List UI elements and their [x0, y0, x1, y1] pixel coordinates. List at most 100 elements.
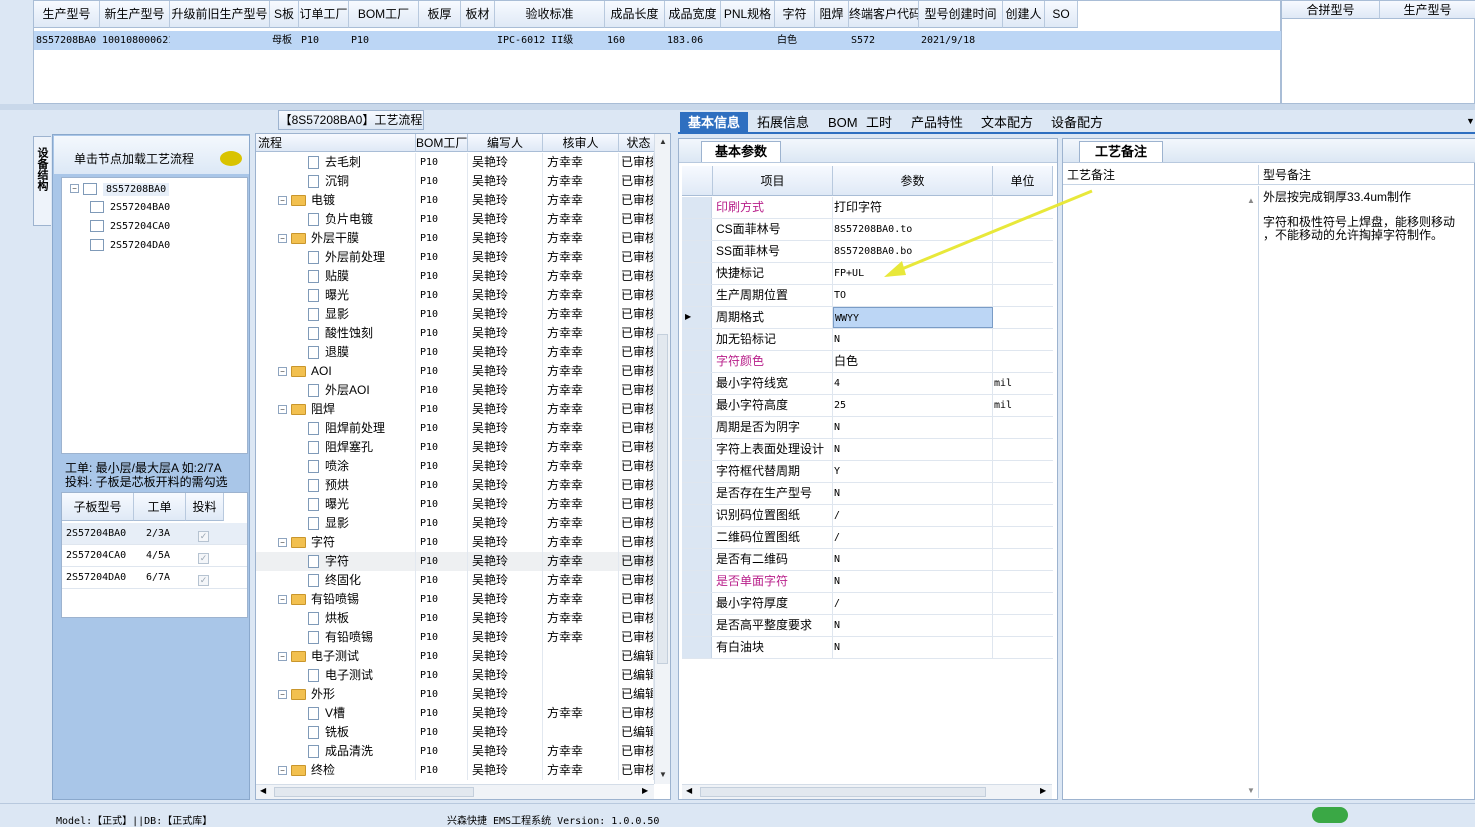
param-value[interactable]: N	[833, 615, 993, 636]
flow-row[interactable]: 预烘 P10 吴艳玲 方幸幸 已审核	[256, 476, 654, 495]
flow-row[interactable]: − 外层干膜 P10 吴艳玲 方幸幸 已审核	[256, 229, 654, 248]
top-col[interactable]: 成品长度	[605, 1, 665, 28]
param-value[interactable]: 白色	[833, 351, 993, 372]
flow-row[interactable]: 显影 P10 吴艳玲 方幸幸 已审核	[256, 305, 654, 324]
tab-4[interactable]: 产品特性	[903, 112, 971, 134]
param-value[interactable]: /	[833, 505, 993, 526]
flow-col[interactable]: 流程	[256, 134, 416, 152]
flow-row[interactable]: V槽 P10 吴艳玲 方幸幸 已审核	[256, 704, 654, 723]
param-row[interactable]: 是否单面字符 N	[682, 571, 1053, 593]
top-col[interactable]: S板	[270, 1, 299, 28]
flow-row[interactable]: 显影 P10 吴艳玲 方幸幸 已审核	[256, 514, 654, 533]
tab-0[interactable]: 基本信息	[680, 112, 749, 134]
scroll-down-icon[interactable]: ▼	[659, 770, 667, 779]
param-value[interactable]: N	[833, 637, 993, 658]
scroll-right-icon[interactable]: ▶	[1040, 786, 1046, 795]
param-value[interactable]: Y	[833, 461, 993, 482]
vertical-tab-equipment[interactable]: 设备结构	[33, 136, 51, 226]
top-col[interactable]: 终端客户代码	[849, 1, 919, 28]
flow-row[interactable]: − 字符 P10 吴艳玲 方幸幸 已审核	[256, 533, 654, 552]
param-row[interactable]: 是否高平整度要求 N	[682, 615, 1053, 637]
param-row[interactable]: 最小字符线宽 4 mil	[682, 373, 1053, 395]
top-col[interactable]: 验收标准	[495, 1, 605, 28]
tree-node[interactable]: 2S57204DA0	[90, 237, 170, 251]
scroll-left-icon[interactable]: ◀	[686, 786, 692, 795]
sub-board-row[interactable]: 2S57204CA0 4/5A ✓	[62, 545, 247, 567]
top-col[interactable]: SO	[1045, 1, 1078, 28]
tab-1[interactable]: 拓展信息	[749, 112, 817, 134]
remark-tab[interactable]: 工艺备注	[1079, 141, 1163, 162]
top-col[interactable]: PNL规格	[721, 1, 775, 28]
flow-row[interactable]: 喷涂 P10 吴艳玲 方幸幸 已审核	[256, 457, 654, 476]
flow-row[interactable]: 外层前处理 P10 吴艳玲 方幸幸 已审核	[256, 248, 654, 267]
flow-row[interactable]: 负片电镀 P10 吴艳玲 方幸幸 已审核	[256, 210, 654, 229]
param-value[interactable]: N	[833, 329, 993, 350]
top-grid-row[interactable]: 8S57208BA0 10010800062127 母板 P10 P10 IPC-6012…	[34, 31, 1282, 50]
flow-row[interactable]: 阻焊前处理 P10 吴艳玲 方幸幸 已审核	[256, 419, 654, 438]
collapse-icon[interactable]: −	[278, 234, 287, 244]
flow-row[interactable]: − 电镀 P10 吴艳玲 方幸幸 已审核	[256, 191, 654, 210]
top-col[interactable]: 新生产型号	[100, 1, 170, 28]
flow-row[interactable]: − 有铅喷锡 P10 吴艳玲 方幸幸 已审核	[256, 590, 654, 609]
scroll-thumb[interactable]	[657, 334, 668, 664]
tree-node[interactable]: 2S57204BA0	[90, 199, 170, 213]
top-col[interactable]: 生产型号	[34, 1, 100, 28]
param-row[interactable]: 是否有二维码 N	[682, 549, 1053, 571]
collapse-icon[interactable]: −	[278, 405, 287, 415]
param-value[interactable]: /	[833, 527, 993, 548]
collapse-icon[interactable]: −	[278, 690, 287, 700]
flow-row[interactable]: 烘板 P10 吴艳玲 方幸幸 已审核	[256, 609, 654, 628]
sub-col-order[interactable]: 工单	[134, 493, 186, 521]
model-remark-box[interactable]: 外层按完成铜厚33.4um制作 字符和极性符号上焊盘，能移则移动 ，不能移动的允…	[1263, 191, 1473, 242]
merge-col-1[interactable]: 生产型号	[1380, 1, 1475, 19]
scroll-right-icon[interactable]: ▶	[642, 786, 648, 795]
param-value[interactable]: 4	[833, 373, 993, 394]
flow-col[interactable]: BOM工厂	[416, 134, 468, 152]
param-value[interactable]: TO	[833, 285, 993, 306]
param-row[interactable]: 有白油块 N	[682, 637, 1053, 659]
flow-row[interactable]: − 终检 P10 吴艳玲 方幸幸 已审核	[256, 761, 654, 780]
tab-3[interactable]: 工时	[858, 112, 900, 134]
flow-vscroll[interactable]: ▲ ▼	[654, 134, 670, 784]
flow-col[interactable]: 核审人	[543, 134, 619, 152]
collapse-icon[interactable]: −	[278, 766, 287, 776]
flow-row[interactable]: 曝光 P10 吴艳玲 方幸幸 已审核	[256, 286, 654, 305]
flow-row[interactable]: 酸性蚀刻 P10 吴艳玲 方幸幸 已审核	[256, 324, 654, 343]
flow-row[interactable]: 铣板 P10 吴艳玲 已编辑	[256, 723, 654, 742]
scroll-up-icon[interactable]: ▲	[659, 137, 667, 146]
tab-5[interactable]: 文本配方	[973, 112, 1041, 134]
param-value[interactable]: N	[833, 549, 993, 570]
scroll-up-icon[interactable]: ▲	[1247, 196, 1255, 205]
param-row[interactable]: 字符框代替周期 Y	[682, 461, 1053, 483]
flow-row[interactable]: 沉铜 P10 吴艳玲 方幸幸 已审核	[256, 172, 654, 191]
flow-row[interactable]: − 电子测试 P10 吴艳玲 已编辑	[256, 647, 654, 666]
flow-row[interactable]: 外层AOI P10 吴艳玲 方幸幸 已审核	[256, 381, 654, 400]
param-row[interactable]: ▶ 周期格式 WWYY	[682, 307, 1053, 329]
collapse-icon[interactable]: −	[278, 367, 287, 377]
flow-row[interactable]: − AOI P10 吴艳玲 方幸幸 已审核	[256, 362, 654, 381]
hscroll-thumb[interactable]	[274, 787, 474, 797]
tree-node[interactable]: 2S57204CA0	[90, 218, 170, 232]
flow-row[interactable]: 曝光 P10 吴艳玲 方幸幸 已审核	[256, 495, 654, 514]
flow-row[interactable]: 贴膜 P10 吴艳玲 方幸幸 已审核	[256, 267, 654, 286]
top-col[interactable]: 订单工厂	[299, 1, 349, 28]
flow-title-tab[interactable]: 【8S57208BA0】工艺流程	[278, 110, 424, 130]
collapse-icon[interactable]: −	[278, 538, 287, 548]
tab-menu-icon[interactable]: ▼	[1466, 116, 1475, 126]
top-col[interactable]: 阻焊	[815, 1, 849, 28]
flow-row[interactable]: 字符 P10 吴艳玲 方幸幸 已审核	[256, 552, 654, 571]
top-col[interactable]: 成品宽度	[665, 1, 721, 28]
top-col[interactable]: 板厚	[419, 1, 461, 28]
params-hscroll-thumb[interactable]	[700, 787, 986, 797]
sub-board-row[interactable]: 2S57204BA0 2/3A ✓	[62, 523, 247, 545]
param-value[interactable]: 25	[833, 395, 993, 416]
param-row[interactable]: 字符颜色 白色	[682, 351, 1053, 373]
sub-col-feed[interactable]: 投料	[186, 493, 224, 521]
flow-row[interactable]: − 阻焊 P10 吴艳玲 方幸幸 已审核	[256, 400, 654, 419]
flow-row[interactable]: 阻焊塞孔 P10 吴艳玲 方幸幸 已审核	[256, 438, 654, 457]
flow-row[interactable]: 电子测试 P10 吴艳玲 已编辑	[256, 666, 654, 685]
param-value[interactable]: N	[833, 439, 993, 460]
param-value[interactable]: N	[833, 483, 993, 504]
param-row[interactable]: 二维码位置图纸 /	[682, 527, 1053, 549]
top-col[interactable]: BOM工厂	[349, 1, 419, 28]
